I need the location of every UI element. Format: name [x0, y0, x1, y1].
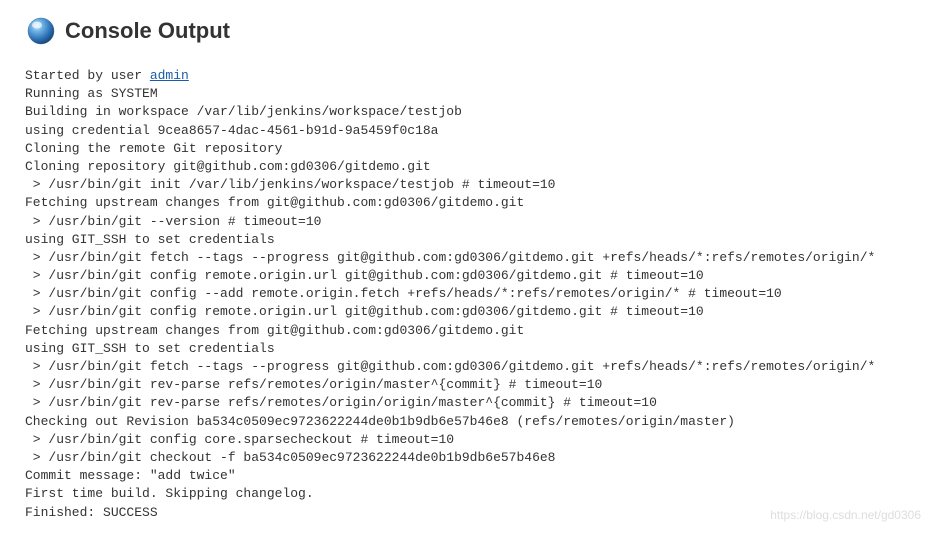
page-header: Console Output	[25, 15, 916, 47]
log-line: Cloning the remote Git repository	[25, 141, 282, 156]
log-line: Fetching upstream changes from git@githu…	[25, 195, 524, 210]
log-line: > /usr/bin/git rev-parse refs/remotes/or…	[25, 377, 602, 392]
log-line: > /usr/bin/git config --add remote.origi…	[25, 286, 782, 301]
page-title: Console Output	[65, 18, 230, 44]
log-line: Commit message: "add twice"	[25, 468, 236, 483]
log-line: > /usr/bin/git fetch --tags --progress g…	[25, 359, 875, 374]
log-line: > /usr/bin/git --version # timeout=10	[25, 214, 321, 229]
log-text: Started by user	[25, 68, 150, 83]
status-orb-icon	[25, 15, 57, 47]
log-line: Running as SYSTEM	[25, 86, 158, 101]
user-link[interactable]: admin	[150, 68, 189, 83]
watermark: https://blog.csdn.net/gd0306	[770, 508, 921, 522]
log-line: Checking out Revision ba534c0509ec972362…	[25, 414, 735, 429]
log-line: > /usr/bin/git fetch --tags --progress g…	[25, 250, 875, 265]
log-line: First time build. Skipping changelog.	[25, 486, 314, 501]
log-line: > /usr/bin/git config remote.origin.url …	[25, 304, 704, 319]
log-line-start: Started by user admin	[25, 68, 189, 83]
log-line: > /usr/bin/git init /var/lib/jenkins/wor…	[25, 177, 556, 192]
log-line: Fetching upstream changes from git@githu…	[25, 323, 524, 338]
log-line: Cloning repository git@github.com:gd0306…	[25, 159, 431, 174]
log-line: > /usr/bin/git config remote.origin.url …	[25, 268, 704, 283]
log-line: using credential 9cea8657-4dac-4561-b91d…	[25, 123, 438, 138]
log-line: Building in workspace /var/lib/jenkins/w…	[25, 104, 462, 119]
console-output: Started by user admin Running as SYSTEM …	[25, 67, 916, 522]
log-line: using GIT_SSH to set credentials	[25, 341, 282, 356]
log-line: Finished: SUCCESS	[25, 505, 158, 520]
log-line: > /usr/bin/git config core.sparsecheckou…	[25, 432, 454, 447]
log-line: > /usr/bin/git checkout -f ba534c0509ec9…	[25, 450, 556, 465]
log-line: using GIT_SSH to set credentials	[25, 232, 282, 247]
log-line: > /usr/bin/git rev-parse refs/remotes/or…	[25, 395, 657, 410]
